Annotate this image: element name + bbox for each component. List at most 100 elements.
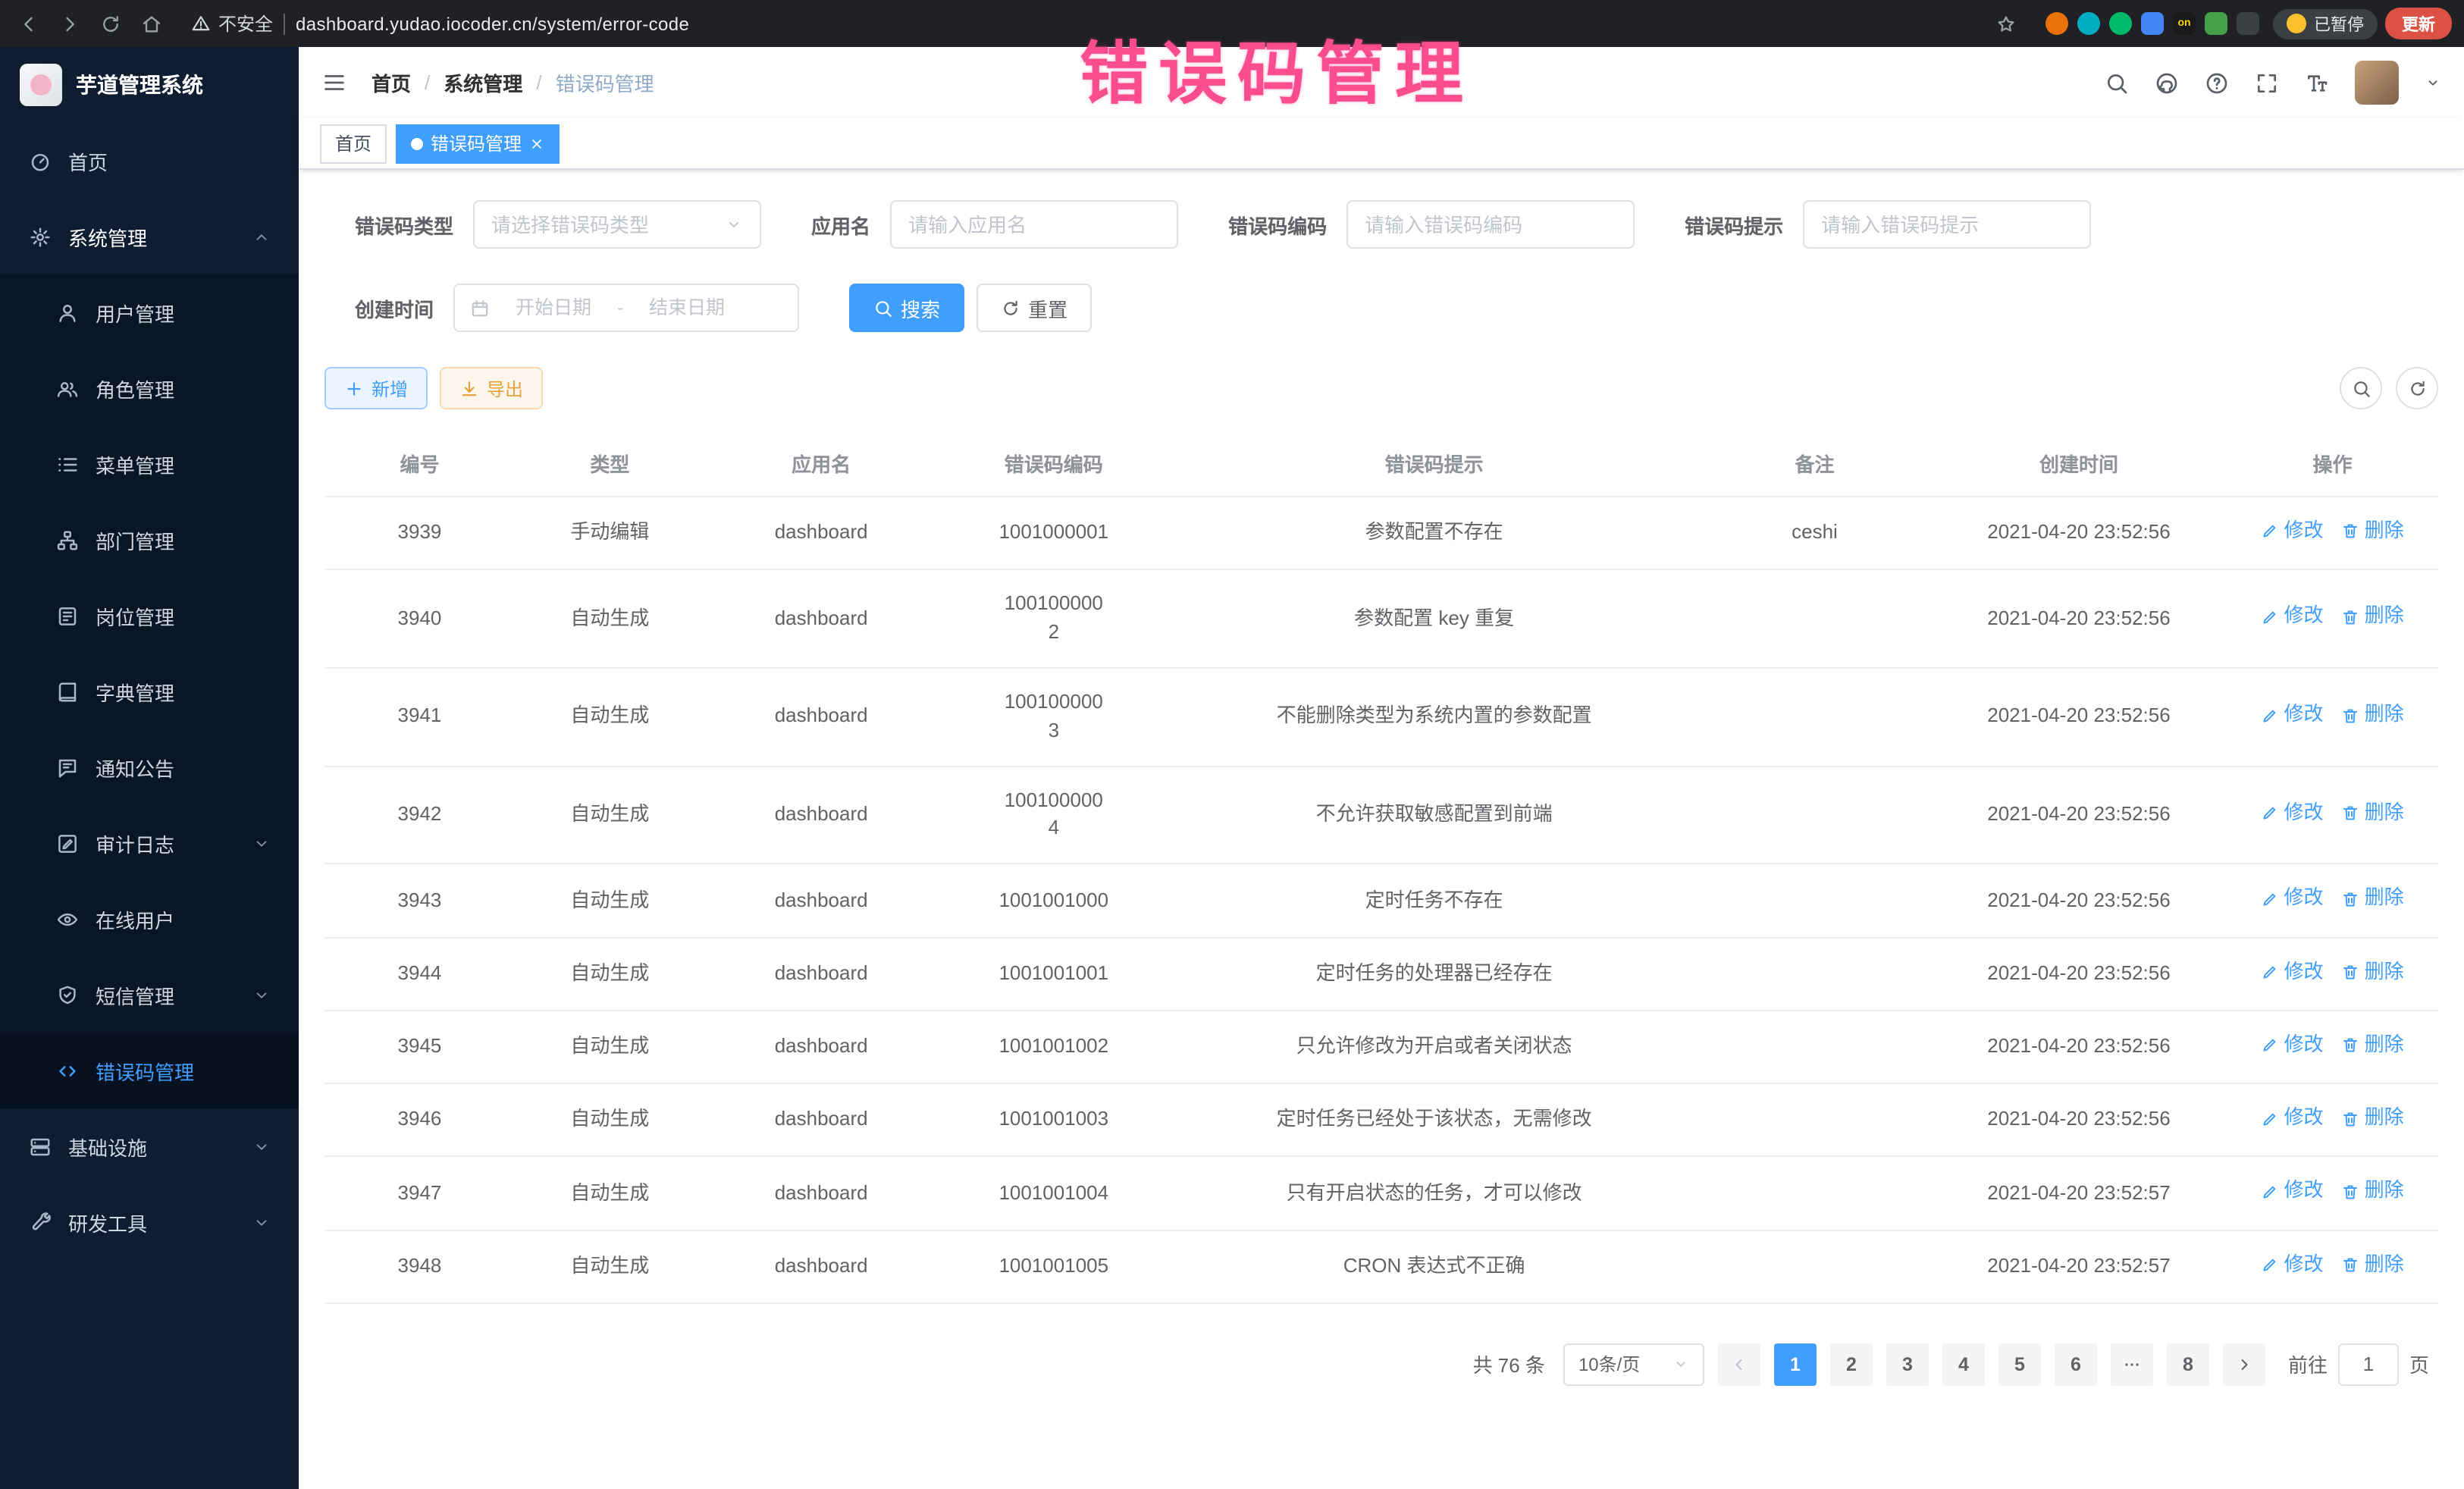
breadcrumb-item[interactable]: 系统管理	[444, 68, 522, 97]
sidebar-item-menu[interactable]: 菜单管理	[0, 426, 299, 502]
prev-page-button[interactable]	[1718, 1343, 1760, 1386]
filter-field-input[interactable]	[491, 213, 725, 236]
search-button[interactable]: 搜索	[849, 284, 964, 332]
sidebar-item-sms[interactable]: 短信管理	[0, 957, 299, 1033]
edit-link[interactable]: 修改	[2262, 701, 2324, 729]
font-size-icon[interactable]	[2305, 71, 2329, 95]
filter-field-input[interactable]	[908, 213, 1160, 236]
help-icon[interactable]	[2205, 71, 2229, 95]
extension-icon[interactable]	[2109, 12, 2132, 35]
forward-icon[interactable]	[53, 7, 86, 40]
extension-icon[interactable]	[2077, 12, 2100, 35]
delete-link[interactable]: 删除	[2342, 701, 2404, 729]
page-button[interactable]: 3	[1886, 1343, 1929, 1386]
sidebar-item-post[interactable]: 岗位管理	[0, 578, 299, 654]
sidebar-item-dict[interactable]: 字典管理	[0, 654, 299, 729]
sidebar-item-audit-log[interactable]: 审计日志	[0, 805, 299, 881]
export-button[interactable]: 导出	[440, 367, 543, 409]
page-button[interactable]: 2	[1830, 1343, 1873, 1386]
add-button[interactable]: 新增	[324, 367, 428, 409]
delete-link[interactable]: 删除	[2342, 517, 2404, 546]
sidebar-item-dev-tools[interactable]: 研发工具	[0, 1184, 299, 1260]
cell-type: 自动生成	[515, 1011, 705, 1084]
filter-input[interactable]	[890, 200, 1178, 249]
page-button[interactable]: 8	[2167, 1343, 2209, 1386]
tab-首页[interactable]: 首页	[320, 124, 387, 163]
extension-icon[interactable]	[2141, 12, 2164, 35]
update-button[interactable]: 更新	[2385, 8, 2452, 39]
edit-link[interactable]: 修改	[2262, 603, 2324, 632]
filter-field-input[interactable]	[1365, 213, 1616, 236]
extension-icon[interactable]: on	[2173, 12, 2196, 35]
sidebar-item-system[interactable]: 系统管理	[0, 199, 299, 274]
delete-link[interactable]: 删除	[2342, 603, 2404, 632]
date-range-picker[interactable]: -	[453, 284, 799, 332]
security-warning[interactable]: 不安全	[191, 11, 273, 36]
page-button[interactable]: 5	[1998, 1343, 2041, 1386]
edit-link[interactable]: 修改	[2262, 1104, 2324, 1133]
next-page-button[interactable]	[2223, 1343, 2265, 1386]
address-bar[interactable]: 不安全 dashboard.yudao.iocoder.cn/system/er…	[176, 11, 2032, 36]
github-icon[interactable]	[2155, 71, 2179, 95]
page-size-select[interactable]: 10条/页	[1563, 1343, 1704, 1386]
reset-button[interactable]: 重置	[977, 284, 1092, 332]
page-buttons: 123456 8	[1774, 1343, 2209, 1386]
delete-link[interactable]: 删除	[2342, 885, 2404, 914]
filter-field-input[interactable]	[1821, 213, 2073, 236]
sidebar-item-user[interactable]: 用户管理	[0, 274, 299, 350]
back-icon[interactable]	[12, 7, 45, 40]
delete-link[interactable]: 删除	[2342, 958, 2404, 986]
filter-input[interactable]	[1346, 200, 1635, 249]
sidebar-item-error-code[interactable]: 错误码管理	[0, 1033, 299, 1108]
delete-link[interactable]: 删除	[2342, 1177, 2404, 1206]
page-button[interactable]: 1	[1774, 1343, 1817, 1386]
breadcrumb-item[interactable]: 首页	[371, 68, 411, 97]
jump-to-page: 前往 页	[2288, 1343, 2429, 1386]
edit-link[interactable]: 修改	[2262, 1031, 2324, 1060]
cell-code: 1001000001	[937, 497, 1170, 570]
close-icon[interactable]	[529, 136, 544, 151]
edit-link[interactable]: 修改	[2262, 1250, 2324, 1279]
column-header: 类型	[515, 431, 705, 497]
tab-错误码管理[interactable]: 错误码管理	[396, 124, 560, 163]
edit-link[interactable]: 修改	[2262, 958, 2324, 986]
edit-link[interactable]: 修改	[2262, 517, 2324, 546]
extension-icon[interactable]	[2237, 12, 2259, 35]
sidebar-item-notice[interactable]: 通知公告	[0, 729, 299, 805]
delete-link[interactable]: 删除	[2342, 1104, 2404, 1133]
sidebar-item-role[interactable]: 角色管理	[0, 350, 299, 426]
sidebar-item-home[interactable]: 首页	[0, 123, 299, 199]
show-search-button[interactable]	[2340, 367, 2382, 409]
start-date-input[interactable]	[500, 297, 607, 318]
filter-input[interactable]	[1803, 200, 2091, 249]
filter-select[interactable]	[473, 200, 761, 249]
delete-link[interactable]: 删除	[2342, 1031, 2404, 1060]
sidebar-toggle[interactable]	[321, 70, 347, 96]
reload-icon[interactable]	[94, 7, 127, 40]
extension-icon[interactable]	[2045, 12, 2068, 35]
more-pages-button[interactable]	[2111, 1343, 2153, 1386]
page-button[interactable]: 4	[1942, 1343, 1985, 1386]
end-date-input[interactable]	[634, 297, 740, 318]
home-icon[interactable]	[135, 7, 168, 40]
page-content: 错误码类型应用名错误码编码错误码提示 创建时间 - 搜索	[299, 170, 2464, 1489]
fullscreen-icon[interactable]	[2255, 71, 2279, 95]
edit-link[interactable]: 修改	[2262, 799, 2324, 828]
search-icon[interactable]	[2105, 71, 2129, 95]
delete-link[interactable]: 删除	[2342, 1250, 2404, 1279]
edit-link[interactable]: 修改	[2262, 885, 2324, 914]
sidebar-item-online-user[interactable]: 在线用户	[0, 881, 299, 957]
jump-page-input[interactable]	[2338, 1343, 2399, 1386]
avatar[interactable]	[2355, 61, 2399, 105]
sidebar-item-dept[interactable]: 部门管理	[0, 502, 299, 578]
sidebar-item-infra[interactable]: 基础设施	[0, 1108, 299, 1184]
edit-link[interactable]: 修改	[2262, 1177, 2324, 1206]
paused-badge[interactable]: 已暂停	[2273, 8, 2378, 39]
bookmark-star-icon[interactable]	[1995, 13, 2017, 34]
caret-down-icon[interactable]	[2425, 74, 2441, 91]
page-button[interactable]: 6	[2055, 1343, 2097, 1386]
delete-link[interactable]: 删除	[2342, 799, 2404, 828]
extension-icon[interactable]	[2205, 12, 2227, 35]
refresh-table-button[interactable]	[2396, 367, 2438, 409]
delete-icon	[2342, 1183, 2360, 1201]
